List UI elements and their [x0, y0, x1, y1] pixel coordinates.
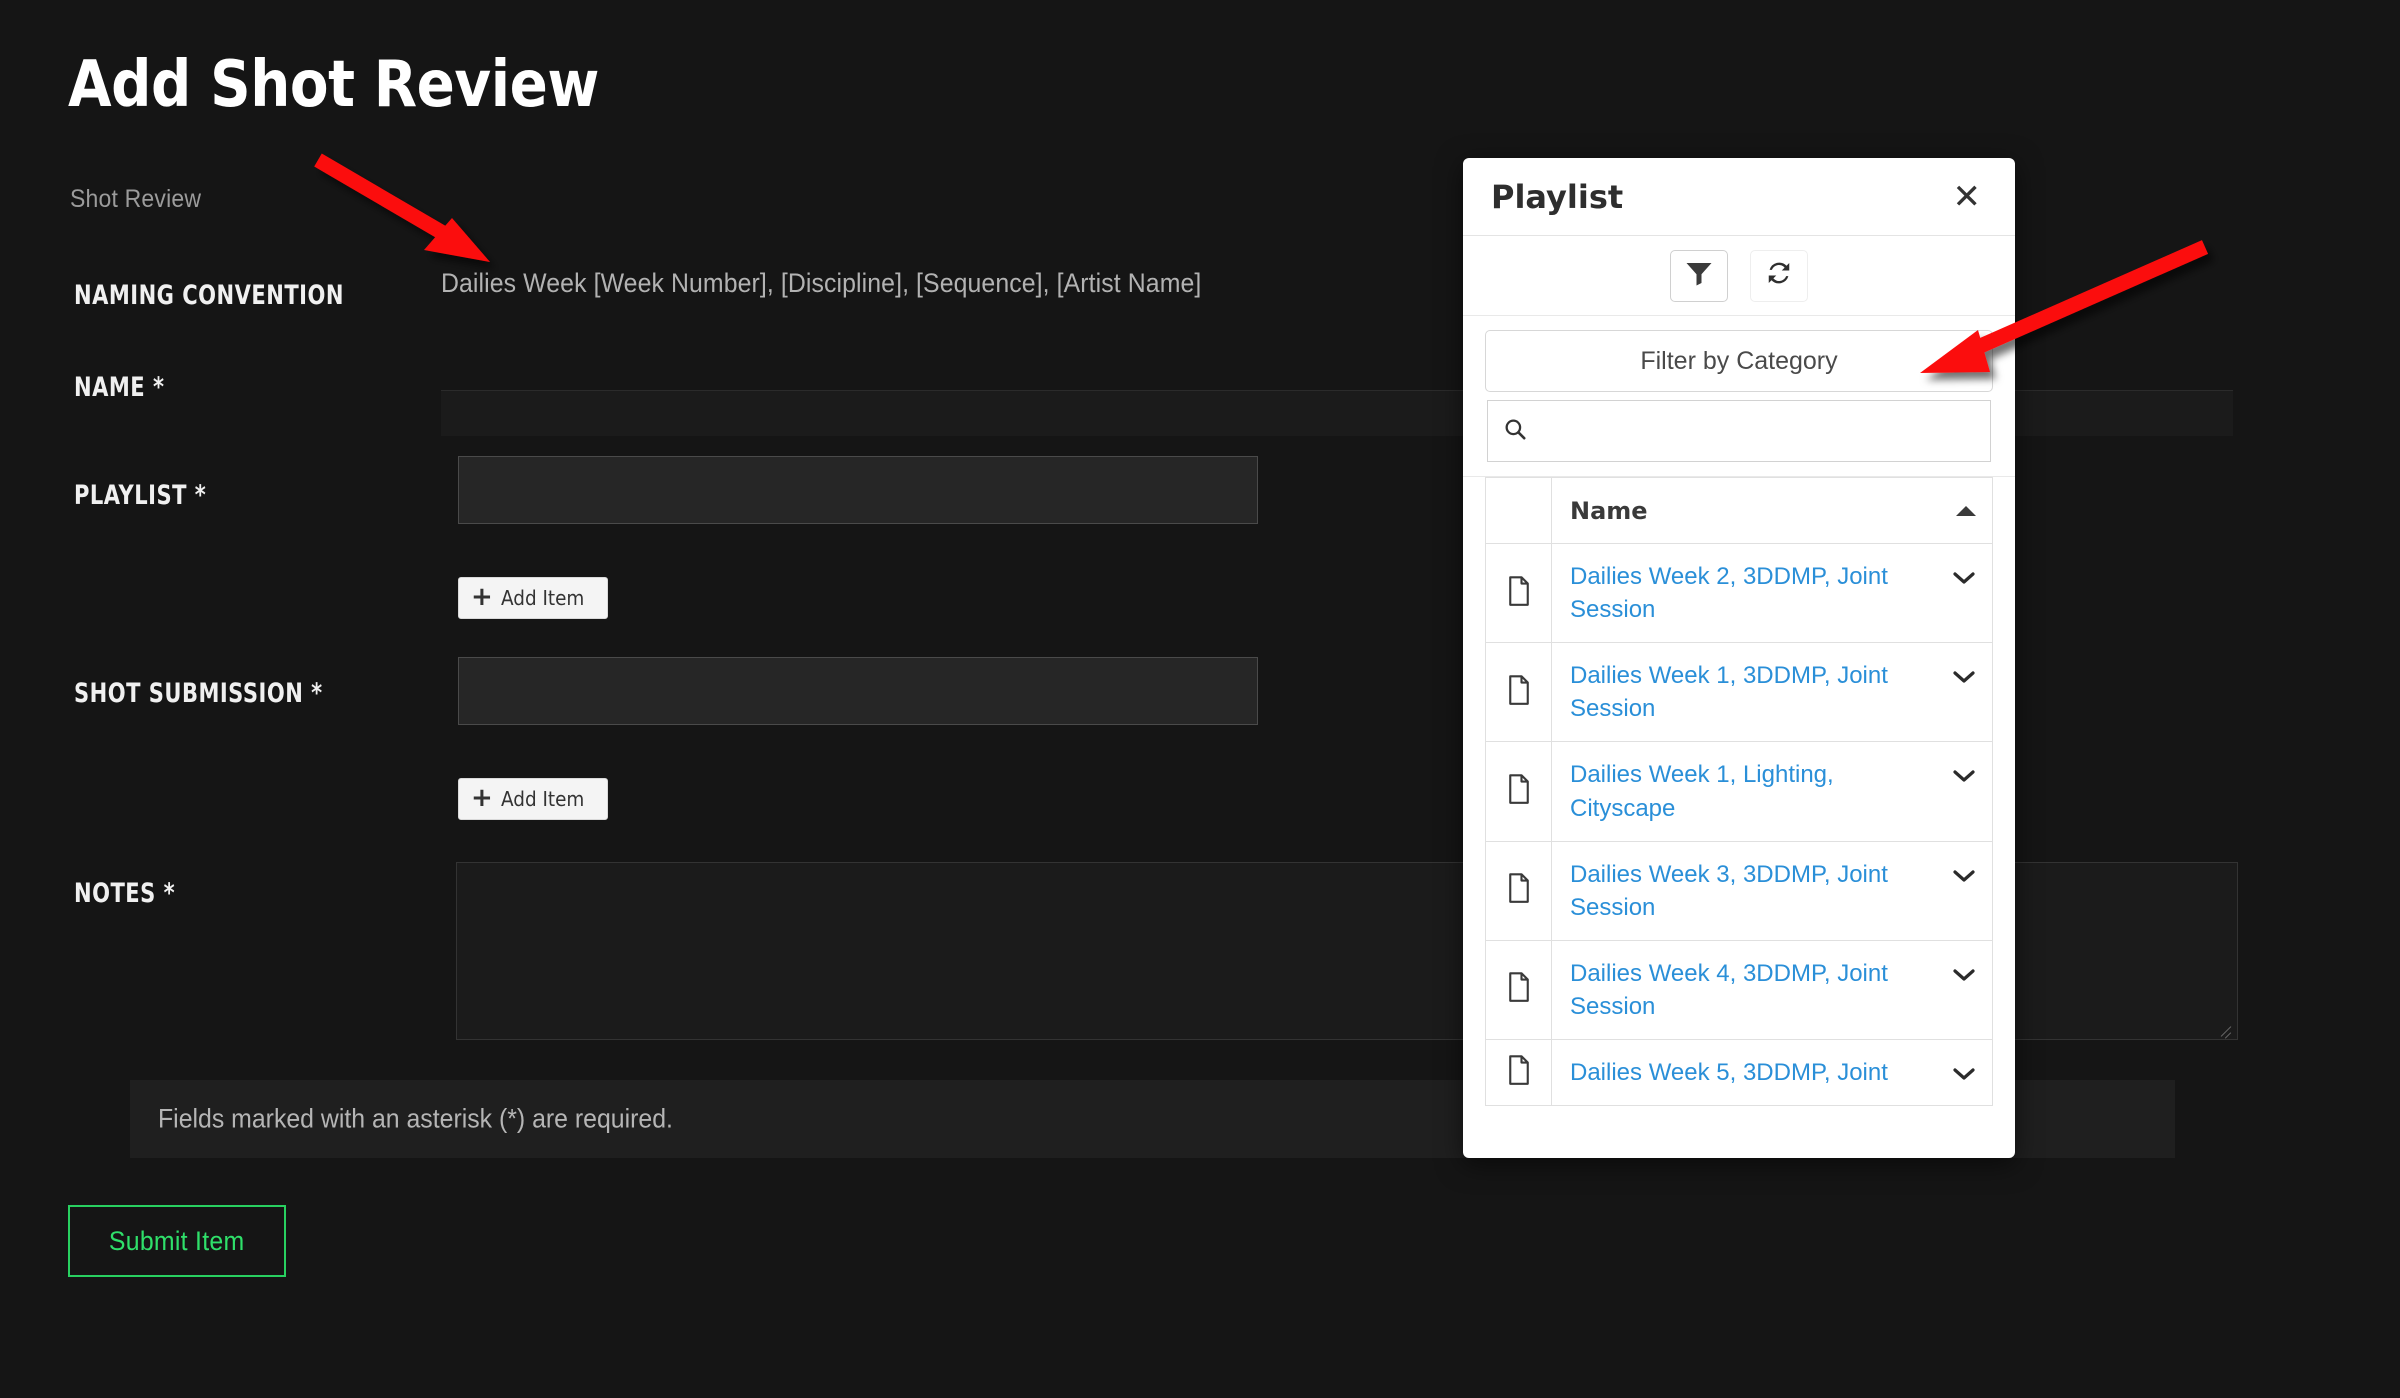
playlist-table: Name Dailies Week 2, 3DDMP, Joint Sessio…	[1485, 477, 1993, 1107]
row-name-cell: Dailies Week 1, 3DDMP, Joint Session	[1551, 642, 1993, 743]
app-root: Add Shot Review Shot Review NAMING CONVE…	[0, 0, 2400, 1398]
label-naming-convention: NAMING CONVENTION	[74, 280, 344, 311]
playlist-link[interactable]: Dailies Week 5, 3DDMP, Joint	[1570, 1059, 1888, 1086]
filter-icon	[1684, 258, 1714, 293]
document-icon	[1506, 774, 1532, 808]
document-icon	[1506, 675, 1532, 709]
label-shot-submission: SHOT SUBMISSION *	[74, 678, 323, 709]
table-row[interactable]: Dailies Week 2, 3DDMP, Joint Session	[1485, 542, 1993, 644]
plus-icon: +	[471, 582, 493, 612]
refresh-icon	[1764, 258, 1794, 293]
table-header-row: Name	[1485, 477, 1993, 544]
close-icon[interactable]: ✕	[1947, 176, 1988, 218]
shot-submission-select-box[interactable]	[458, 657, 1258, 725]
chevron-down-icon[interactable]	[1952, 1066, 1976, 1087]
filter-by-category-dropdown[interactable]: Filter by Category	[1485, 330, 1993, 392]
arrow-to-naming-convention	[314, 153, 490, 262]
row-icon-cell	[1485, 642, 1552, 743]
document-icon	[1506, 972, 1532, 1006]
playlist-results-scroll[interactable]: Name Dailies Week 2, 3DDMP, Joint Sessio…	[1463, 476, 2015, 1158]
breadcrumb: Shot Review	[70, 185, 202, 213]
label-playlist: PLAYLIST *	[74, 480, 207, 511]
chevron-down-icon[interactable]	[1952, 868, 1976, 889]
playlist-add-item-label: Add Item	[500, 586, 585, 610]
label-name: NAME *	[74, 372, 165, 403]
submit-item-label: Submit Item	[109, 1225, 245, 1256]
playlist-link[interactable]: Dailies Week 1, 3DDMP, Joint Session	[1570, 662, 1888, 722]
table-header-name-label: Name	[1570, 496, 1648, 525]
row-name-cell: Dailies Week 2, 3DDMP, Joint Session	[1551, 542, 1993, 644]
table-header-icon-col	[1485, 477, 1552, 544]
table-row[interactable]: Dailies Week 1, Lighting, Cityscape	[1485, 741, 1993, 842]
table-row[interactable]: Dailies Week 3, 3DDMP, Joint Session	[1485, 840, 1993, 941]
playlist-toolbar	[1463, 236, 2015, 316]
row-icon-cell	[1485, 741, 1552, 842]
table-row[interactable]: Dailies Week 5, 3DDMP, Joint	[1485, 1039, 1993, 1107]
document-icon	[1506, 1055, 1532, 1089]
table-row[interactable]: Dailies Week 4, 3DDMP, Joint Session	[1485, 939, 1993, 1041]
playlist-search-field[interactable]	[1487, 400, 1991, 462]
label-notes: NOTES *	[74, 878, 176, 909]
row-name-cell: Dailies Week 5, 3DDMP, Joint	[1551, 1039, 1993, 1107]
chevron-down-icon[interactable]	[1952, 570, 1976, 591]
plus-icon: +	[471, 783, 493, 813]
document-icon	[1506, 873, 1532, 907]
chevron-down-icon[interactable]	[1952, 967, 1976, 988]
row-icon-cell	[1485, 840, 1552, 941]
submit-item-button[interactable]: Submit Item	[68, 1205, 286, 1277]
playlist-link[interactable]: Dailies Week 2, 3DDMP, Joint Session	[1570, 563, 1888, 623]
playlist-dialog: Playlist ✕ Filter by Category Name Daili…	[1463, 158, 2015, 1158]
playlist-link[interactable]: Dailies Week 1, Lighting, Cityscape	[1570, 761, 1834, 821]
playlist-search-input[interactable]	[1538, 416, 1976, 446]
row-icon-cell	[1485, 939, 1552, 1041]
shot-submission-add-item-label: Add Item	[500, 787, 585, 811]
filter-by-category-label: Filter by Category	[1640, 346, 1838, 375]
row-name-cell: Dailies Week 3, 3DDMP, Joint Session	[1551, 840, 1993, 941]
document-icon	[1506, 575, 1532, 610]
chevron-down-icon[interactable]	[1952, 669, 1976, 690]
table-header-name[interactable]: Name	[1551, 477, 1993, 544]
row-icon-cell	[1485, 542, 1552, 644]
playlist-add-item-button[interactable]: + Add Item	[458, 577, 609, 619]
search-icon	[1502, 416, 1528, 447]
playlist-select-box[interactable]	[458, 456, 1258, 524]
filter-button[interactable]	[1670, 249, 1728, 302]
refresh-button[interactable]	[1750, 249, 1808, 302]
table-row[interactable]: Dailies Week 1, 3DDMP, Joint Session	[1485, 642, 1993, 743]
shot-submission-add-item-button[interactable]: + Add Item	[458, 778, 609, 820]
playlist-link[interactable]: Dailies Week 3, 3DDMP, Joint Session	[1570, 861, 1888, 921]
page-title: Add Shot Review	[68, 48, 599, 122]
naming-convention-value: Dailies Week [Week Number], [Discipline]…	[441, 268, 1202, 298]
playlist-dialog-title: Playlist	[1491, 177, 1624, 216]
chevron-down-icon[interactable]	[1952, 768, 1976, 789]
playlist-table-body: Dailies Week 2, 3DDMP, Joint Session Dai…	[1485, 542, 1993, 1107]
playlist-dialog-header: Playlist ✕	[1463, 158, 2015, 236]
sort-ascending-icon[interactable]	[1956, 505, 1976, 516]
playlist-link[interactable]: Dailies Week 4, 3DDMP, Joint Session	[1570, 960, 1888, 1020]
row-icon-cell	[1485, 1039, 1552, 1107]
required-fields-text: Fields marked with an asterisk (*) are r…	[158, 1103, 673, 1134]
row-name-cell: Dailies Week 1, Lighting, Cityscape	[1551, 741, 1993, 842]
row-name-cell: Dailies Week 4, 3DDMP, Joint Session	[1551, 939, 1993, 1041]
